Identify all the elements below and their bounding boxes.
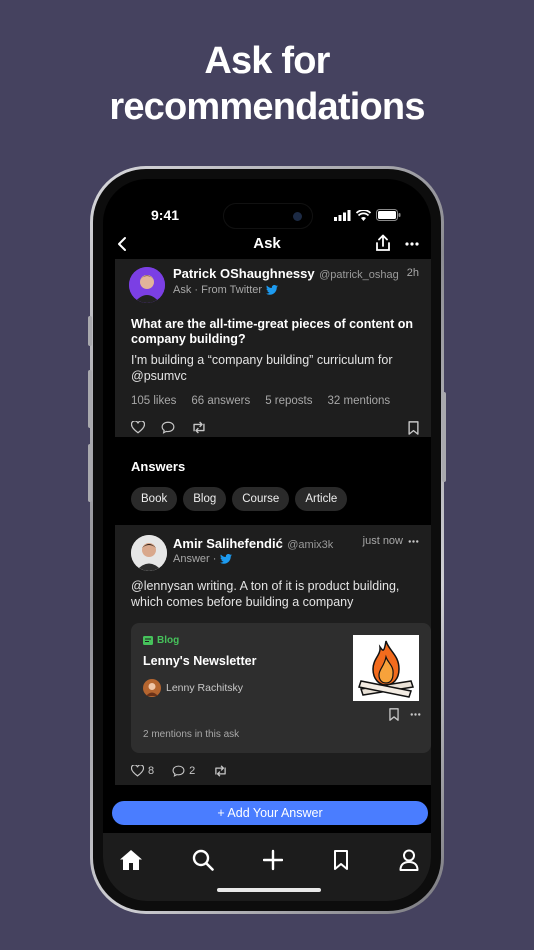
- side-button: [88, 316, 92, 346]
- home-indicator: [217, 888, 321, 892]
- signal-icon: [334, 209, 351, 221]
- chip-course[interactable]: Course: [232, 487, 290, 511]
- heart-icon: [131, 765, 144, 777]
- search-icon[interactable]: [192, 849, 214, 871]
- card-title: Lenny's Newsletter: [143, 654, 257, 668]
- post-time: 2h: [406, 267, 419, 279]
- wifi-icon: [356, 209, 371, 221]
- more-icon[interactable]: [405, 242, 419, 246]
- comment-icon[interactable]: [161, 421, 175, 434]
- post-stats: 105 likes 66 answers 5 reposts 32 mentio…: [131, 395, 390, 407]
- home-icon[interactable]: [119, 849, 143, 871]
- likes-count[interactable]: 105 likes: [131, 395, 176, 407]
- author-name[interactable]: Patrick OShaughnessy: [173, 266, 315, 281]
- twitter-icon: [266, 285, 279, 295]
- chip-book[interactable]: Book: [131, 487, 178, 511]
- avatar[interactable]: [129, 267, 165, 303]
- answer-body: @lennysan writing. A ton of it is produc…: [131, 579, 400, 609]
- like-count: 8: [148, 765, 155, 777]
- add-answer-button[interactable]: + Add Your Answer: [112, 801, 428, 825]
- answer-meta: Answer ·: [173, 553, 217, 565]
- comment-button[interactable]: 2: [172, 765, 195, 777]
- bookmark-icon[interactable]: [333, 849, 349, 871]
- answers-count[interactable]: 66 answers: [191, 395, 250, 407]
- headline: Ask for recommendations: [0, 38, 534, 130]
- answer-time: just now: [362, 535, 403, 547]
- card-author: Lenny Rachitsky: [166, 682, 244, 694]
- side-button: [88, 444, 92, 502]
- phone-frame: 9:41 Ask Patrick OShaughnessy @patrick_o…: [90, 166, 444, 914]
- question-body: I'm building a “company building” curric…: [131, 353, 393, 383]
- bookmark-icon[interactable]: [408, 421, 419, 435]
- reposts-count[interactable]: 5 reposts: [265, 395, 312, 407]
- side-button: [442, 392, 446, 482]
- ask-post: Patrick OShaughnessy @patrick_oshag 2h A…: [115, 259, 431, 437]
- avatar[interactable]: [131, 535, 167, 571]
- filter-chips: Book Blog Course Article: [131, 487, 348, 511]
- post-meta: Ask · From Twitter: [173, 284, 263, 296]
- chip-article[interactable]: Article: [295, 487, 348, 511]
- blog-icon: [143, 636, 153, 645]
- app-screen: 9:41 Ask Patrick OShaughnessy @patrick_o…: [103, 179, 431, 901]
- status-bar: 9:41: [103, 179, 431, 229]
- author-avatar: [143, 679, 161, 697]
- status-time: 9:41: [151, 207, 180, 223]
- dynamic-island: [223, 203, 313, 229]
- comment-icon: [172, 765, 185, 777]
- repost-icon[interactable]: [191, 421, 207, 434]
- repost-button[interactable]: [213, 765, 228, 777]
- twitter-icon: [220, 554, 233, 564]
- card-more-icon[interactable]: [410, 713, 421, 716]
- answers-heading: Answers: [131, 459, 186, 474]
- headline-line-2: recommendations: [109, 86, 425, 128]
- mentions-count[interactable]: 32 mentions: [328, 395, 391, 407]
- repost-icon: [215, 765, 226, 777]
- answer-author-handle: @amix3k: [287, 539, 334, 551]
- card-mentions: 2 mentions in this ask: [143, 729, 240, 740]
- battery-icon: [376, 209, 401, 221]
- answer-author-name[interactable]: Amir Salihefendić: [173, 536, 283, 551]
- heart-icon[interactable]: [131, 421, 145, 434]
- campfire-thumbnail: [353, 635, 419, 701]
- link-card[interactable]: Blog Lenny's Newsletter Lenny Rachitsky: [131, 623, 431, 753]
- chip-blog[interactable]: Blog: [183, 487, 227, 511]
- side-button: [88, 370, 92, 428]
- profile-icon[interactable]: [399, 849, 419, 871]
- share-icon[interactable]: [375, 234, 391, 252]
- question-title: What are the all-time-great pieces of co…: [131, 317, 413, 346]
- author-handle: @patrick_oshag: [319, 269, 399, 281]
- answer-more-icon[interactable]: [408, 540, 419, 543]
- like-button[interactable]: 8: [131, 765, 154, 777]
- comment-count: 2: [189, 765, 196, 777]
- answer-item: Amir Salihefendić @amix3k just now Answe…: [115, 525, 431, 785]
- card-bookmark-icon[interactable]: [389, 708, 399, 721]
- card-tag: Blog: [157, 635, 180, 646]
- plus-icon[interactable]: [263, 849, 283, 871]
- nav-bar: Ask: [103, 231, 431, 259]
- headline-line-1: Ask for: [204, 40, 330, 82]
